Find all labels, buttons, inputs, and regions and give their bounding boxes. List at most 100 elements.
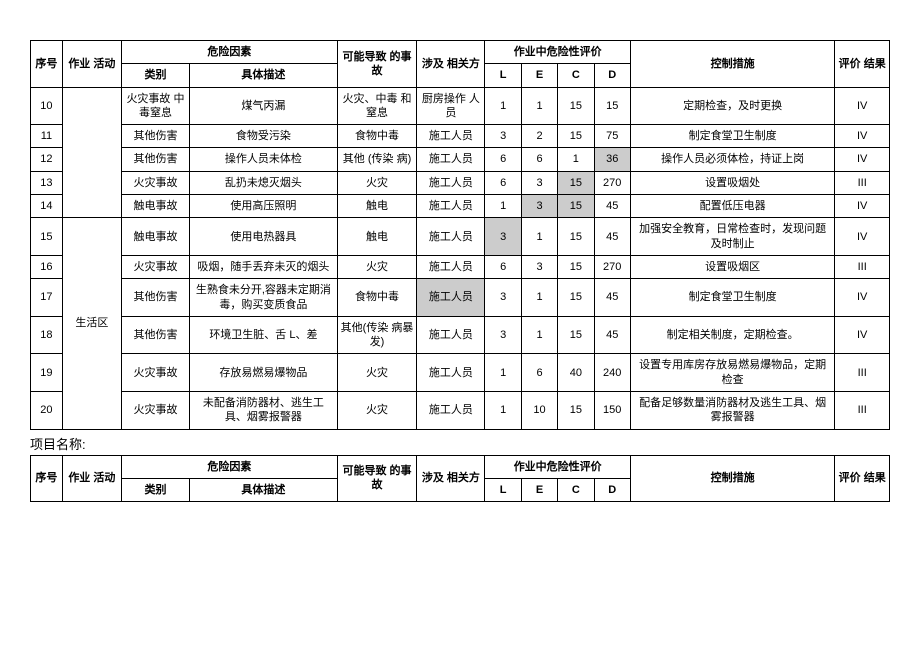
cell-acc: 食物中毒 [337,125,417,148]
cell-seq: 14 [31,195,63,218]
cell-C: 40 [558,354,594,392]
cell-E: 3 [521,255,557,278]
cell-res: IV [835,125,890,148]
cell-desc: 使用电热器具 [190,218,338,256]
table-row: 20火灾事故未配备消防器材、逃生工 具、烟雾报警器火灾施工人员11015150配… [31,392,890,430]
hdr2-acc: 可能导致 的事故 [337,455,417,502]
cell-E: 3 [521,171,557,194]
hdr-eval: 作业中危险性评价 [485,41,630,64]
cell-ctrl: 制定食堂卫生制度 [630,279,835,317]
hdr2-E: E [521,478,557,501]
cell-cat: 火灾事故 [121,392,189,430]
cell-D: 240 [594,354,630,392]
cell-acc: 火灾、中毒 和窒息 [337,87,417,125]
hdr-cat: 类别 [121,64,189,87]
cell-L: 6 [485,171,521,194]
cell-E: 2 [521,125,557,148]
cell-acc: 其他 (传染 病) [337,148,417,171]
cell-C: 1 [558,148,594,171]
cell-cat: 触电事故 [121,218,189,256]
risk-eval-table: 序号 作业 活动 危险因素 可能导致 的事故 涉及 相关方 作业中危险性评价 控… [30,40,890,430]
cell-D: 45 [594,195,630,218]
cell-res: IV [835,195,890,218]
cell-D: 270 [594,171,630,194]
cell-L: 3 [485,218,521,256]
hdr2-C: C [558,478,594,501]
cell-cat: 其他伤害 [121,148,189,171]
cell-C: 15 [558,316,594,354]
hdr2-risk: 危险因素 [121,455,337,478]
hdr-risk: 危险因素 [121,41,337,64]
hdr-desc: 具体描述 [190,64,338,87]
risk-eval-table-2: 序号 作业 活动 危险因素 可能导致 的事故 涉及 相关方 作业中危险性评价 控… [30,455,890,503]
table-row: 15生活区触电事故使用电热器具触电施工人员311545加强安全教育，日常检查时，… [31,218,890,256]
cell-activity: 生活区 [62,218,121,429]
cell-acc: 触电 [337,218,417,256]
cell-desc: 煤气丙漏 [190,87,338,125]
cell-L: 1 [485,195,521,218]
table-row: 17其他伤害生熟食未分开,容器未定期消毒，购买变质食品食物中毒施工人员31154… [31,279,890,317]
cell-C: 15 [558,392,594,430]
cell-party: 厨房操作 人员 [417,87,485,125]
cell-seq: 18 [31,316,63,354]
table-row: 16火灾事故吸烟，随手丢弃未灭的烟头火灾施工人员6315270设置吸烟区III [31,255,890,278]
cell-L: 3 [485,316,521,354]
cell-ctrl: 设置吸烟区 [630,255,835,278]
cell-desc: 使用高压照明 [190,195,338,218]
cell-desc: 存放易燃易爆物品 [190,354,338,392]
cell-ctrl: 制定食堂卫生制度 [630,125,835,148]
cell-L: 6 [485,255,521,278]
cell-C: 15 [558,87,594,125]
hdr-res: 评价 结果 [835,41,890,88]
cell-L: 1 [485,392,521,430]
cell-party: 施工人员 [417,125,485,148]
cell-seq: 12 [31,148,63,171]
cell-ctrl: 制定相关制度，定期检查。 [630,316,835,354]
table-row: 12其他伤害操作人员未体检其他 (传染 病)施工人员66136操作人员必须体检，… [31,148,890,171]
cell-L: 1 [485,354,521,392]
cell-seq: 20 [31,392,63,430]
cell-party: 施工人员 [417,279,485,317]
hdr-D: D [594,64,630,87]
section-label: 项目名称: [30,430,890,455]
cell-L: 1 [485,87,521,125]
cell-C: 15 [558,125,594,148]
cell-acc: 触电 [337,195,417,218]
cell-activity [62,87,121,218]
cell-desc: 未配备消防器材、逃生工 具、烟雾报警器 [190,392,338,430]
hdr2-ctrl: 控制措施 [630,455,835,502]
cell-cat: 其他伤害 [121,316,189,354]
cell-party: 施工人员 [417,195,485,218]
cell-seq: 15 [31,218,63,256]
hdr2-seq: 序号 [31,455,63,502]
cell-L: 3 [485,279,521,317]
cell-L: 6 [485,148,521,171]
table-row: 10火灾事故 中毒窒息煤气丙漏火灾、中毒 和窒息厨房操作 人员111515定期检… [31,87,890,125]
cell-E: 6 [521,354,557,392]
hdr2-L: L [485,478,521,501]
cell-desc: 食物受污染 [190,125,338,148]
table-row: 11其他伤害食物受污染食物中毒施工人员321575制定食堂卫生制度IV [31,125,890,148]
cell-cat: 火灾事故 中毒窒息 [121,87,189,125]
cell-seq: 16 [31,255,63,278]
cell-ctrl: 配备足够数量消防器材及逃生工具、烟 雾报警器 [630,392,835,430]
cell-cat: 其他伤害 [121,125,189,148]
cell-ctrl: 操作人员必须体检，持证上岗 [630,148,835,171]
cell-desc: 吸烟，随手丢弃未灭的烟头 [190,255,338,278]
hdr-C: C [558,64,594,87]
hdr-seq: 序号 [31,41,63,88]
table-row: 14触电事故使用高压照明触电施工人员131545配置低压电器IV [31,195,890,218]
hdr2-eval: 作业中危险性评价 [485,455,630,478]
cell-cat: 火灾事故 [121,354,189,392]
cell-E: 1 [521,316,557,354]
cell-acc: 食物中毒 [337,279,417,317]
cell-desc: 乱扔未熄灭烟头 [190,171,338,194]
cell-ctrl: 设置吸烟处 [630,171,835,194]
cell-desc: 操作人员未体检 [190,148,338,171]
cell-acc: 火灾 [337,392,417,430]
hdr-party: 涉及 相关方 [417,41,485,88]
cell-D: 75 [594,125,630,148]
cell-party: 施工人员 [417,354,485,392]
cell-res: IV [835,218,890,256]
cell-ctrl: 加强安全教育，日常检查时，发现问题 及时制止 [630,218,835,256]
